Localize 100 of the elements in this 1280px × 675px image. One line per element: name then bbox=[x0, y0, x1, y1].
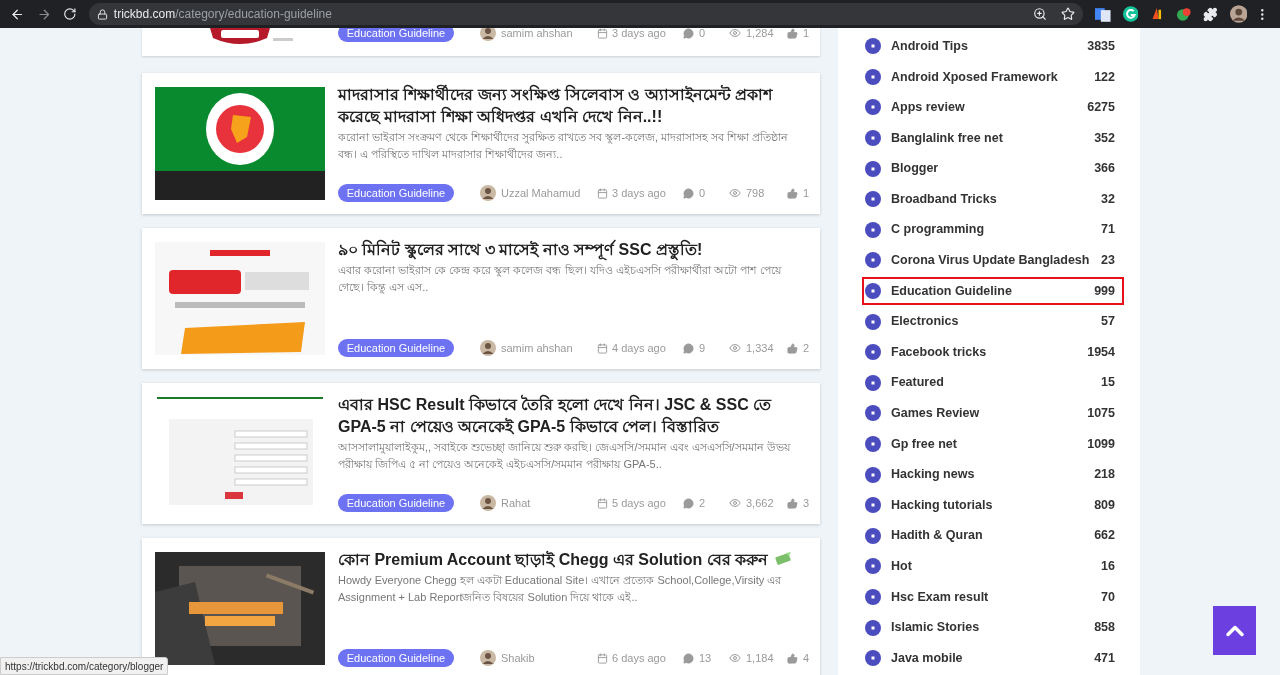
comment-icon bbox=[683, 652, 694, 664]
category-item[interactable]: Hsc Exam result 70 bbox=[862, 583, 1124, 611]
url-text: trickbd.com/category/education-guideline bbox=[113, 6, 332, 23]
bullet-icon bbox=[865, 99, 881, 116]
thumbs-up-icon bbox=[787, 652, 798, 664]
thumbs-up-icon bbox=[787, 28, 798, 39]
post-date: 4 days ago bbox=[612, 340, 666, 356]
calendar-icon bbox=[597, 28, 608, 39]
calendar-icon bbox=[597, 652, 608, 664]
avatar bbox=[480, 185, 496, 201]
bullet-icon bbox=[865, 436, 881, 452]
bullet-icon bbox=[865, 619, 881, 636]
post-title[interactable]: কোন Premium Account ছাড়াই Chegg এর Solution বের করুন bbox=[338, 549, 810, 571]
thumbs-up-icon bbox=[787, 187, 798, 199]
avatar bbox=[480, 650, 496, 666]
bullet-icon bbox=[865, 313, 881, 330]
bullet-icon bbox=[865, 405, 881, 422]
category-item[interactable]: Banglalink free net 352 bbox=[862, 124, 1124, 153]
category-item[interactable]: Hacking tutorials 809 bbox=[862, 491, 1124, 520]
view-count: 798 bbox=[746, 185, 765, 201]
category-item[interactable]: Islamic Stories 858 bbox=[862, 613, 1124, 642]
comment-count: 13 bbox=[699, 650, 712, 666]
category-item[interactable]: Gp free net 1099 bbox=[862, 430, 1124, 458]
view-count: 1,284 bbox=[746, 28, 774, 41]
eye-icon bbox=[729, 28, 741, 39]
calendar-icon bbox=[597, 497, 608, 509]
reload-icon[interactable] bbox=[63, 7, 77, 21]
post-title[interactable]: মাদরাসার শিক্ষার্থীদের জন্য সংক্ষিপ্ত সিলেবাস ও অ্যাসাইনমেন্ট প্রকাশ করেছে মাদরাসা শিক্ষা অধিদপ্তর এখনি দেখে নিন..!! bbox=[338, 84, 810, 128]
zoom-icon[interactable] bbox=[1033, 7, 1048, 21]
view-count: 1,184 bbox=[746, 650, 774, 666]
bookmark-star-icon[interactable] bbox=[1061, 7, 1076, 21]
bullet-icon bbox=[865, 650, 881, 667]
profile-avatar[interactable] bbox=[1229, 5, 1248, 23]
view-count: 3,662 bbox=[746, 495, 774, 511]
category-item[interactable]: Hot 16 bbox=[862, 552, 1124, 581]
like-count: 3 bbox=[803, 495, 810, 511]
extension-icon[interactable] bbox=[1175, 6, 1192, 22]
translate-icon[interactable] bbox=[1095, 6, 1111, 22]
category-item[interactable]: Hadith & Quran 662 bbox=[862, 521, 1124, 550]
category-item[interactable]: Java mobile 471 bbox=[862, 644, 1124, 673]
post-date: 6 days ago bbox=[612, 650, 666, 666]
bullet-icon bbox=[865, 221, 881, 238]
grammar-icon[interactable] bbox=[1122, 6, 1139, 22]
comment-icon bbox=[683, 497, 694, 509]
post-date: 3 days ago bbox=[612, 185, 666, 201]
comment-icon bbox=[683, 28, 694, 39]
category-item[interactable]: Android Tips 3835 bbox=[862, 32, 1124, 61]
avatar bbox=[480, 28, 496, 41]
comment-icon bbox=[683, 342, 694, 354]
post-excerpt: করোনা ভাইরাস সংক্রমণ থেকে শিক্ষার্থীদের সুরক্ষিত রাখতে সব স্কুল-কলেজ, মাদরাসাসহ সব শিক্ষা প্রতিষ্ঠান বন্ধ। এ পরিস্থিতে দাখিল মাদরাসার শিক্ষার্থীদের জন্য.. bbox=[338, 130, 790, 162]
like-count: 2 bbox=[803, 340, 810, 356]
category-item[interactable]: Android Xposed Framework 122 bbox=[862, 62, 1124, 91]
avatar bbox=[480, 495, 496, 511]
bullet-icon bbox=[865, 68, 881, 85]
category-tag[interactable]: Education Guideline bbox=[338, 649, 454, 667]
post-title[interactable]: ৯০ মিনিট স্কুলের সাথে ৩ মাসেই নাও সম্পূর্ণ SSC প্রস্তুতি! bbox=[338, 239, 810, 261]
like-count: 4 bbox=[803, 650, 810, 666]
extension-icon[interactable] bbox=[1150, 6, 1164, 22]
category-item[interactable]: Featured 15 bbox=[862, 368, 1124, 397]
bullet-icon bbox=[865, 589, 881, 605]
category-item[interactable]: Hacking news 218 bbox=[862, 460, 1124, 489]
post-date: 5 days ago bbox=[612, 495, 666, 511]
extensions-icon[interactable] bbox=[1203, 6, 1218, 22]
comment-count: 2 bbox=[699, 495, 706, 511]
category-tag[interactable]: Education Guideline bbox=[338, 339, 454, 357]
category-item[interactable]: Electronics 57 bbox=[862, 307, 1124, 336]
category-tag[interactable]: Education Guideline bbox=[338, 184, 454, 202]
eye-icon bbox=[729, 652, 741, 664]
bullet-icon bbox=[865, 497, 881, 514]
bullet-icon bbox=[865, 252, 881, 269]
category-item[interactable]: Games Review 1075 bbox=[862, 399, 1124, 428]
status-url: https://trickbd.com/category/blogger bbox=[0, 657, 169, 675]
comment-icon bbox=[683, 187, 694, 199]
view-count: 1,334 bbox=[746, 340, 774, 356]
like-count: 1 bbox=[803, 185, 810, 201]
address-bar[interactable]: trickbd.com/category/education-guideline bbox=[88, 3, 1084, 25]
category-item[interactable]: Corona Virus Update Bangladesh 23 bbox=[862, 246, 1124, 275]
bullet-icon bbox=[865, 527, 881, 544]
category-item[interactable]: Education Guideline 999 bbox=[862, 277, 1124, 306]
calendar-icon bbox=[597, 342, 608, 354]
category-item[interactable]: Broadband Tricks 32 bbox=[862, 185, 1124, 214]
post-excerpt: আসসালামুয়ালাইকুম,, সবাইকে শুভেচ্ছা জানিয়ে শুরু করছি। জেএসসি/সমমান এবং এসএসসি/সমমান উভয় পরীক্ষায় জিপিএ ৫ না পেয়েও অনেকেই এইচএসসি/সমমান পরীক্ষায় GPA-5.. bbox=[338, 440, 792, 472]
like-count: 1 bbox=[803, 28, 810, 41]
category-tag[interactable]: Education Guideline bbox=[338, 28, 454, 42]
category-item[interactable]: Apps review 6275 bbox=[862, 93, 1124, 122]
category-item[interactable]: C programming 71 bbox=[862, 215, 1124, 244]
comment-count: 0 bbox=[699, 185, 706, 201]
bullet-icon bbox=[865, 558, 881, 575]
category-item[interactable]: Facebook tricks 1954 bbox=[862, 338, 1124, 367]
category-tag[interactable]: Education Guideline bbox=[338, 494, 454, 512]
post-title[interactable]: এবার HSC Result কিভাবে তৈরি হলো দেখে নিন। JSC & SSC তে GPA-5 না পেয়েও অনেকেই GPA-5 কিভাবে পেল। বিস্তারিত bbox=[338, 394, 810, 438]
bullet-icon bbox=[865, 191, 881, 208]
thumbs-up-icon bbox=[787, 497, 798, 509]
comment-count: 9 bbox=[699, 340, 706, 356]
post-excerpt: Howdy Everyone Chegg হল একটা Educational Site। এখানে প্রত্যেক School,College,Virsity এর Assignment + Lab Reportজনিত বিষয়ের Solution দিয়ে থাকে এই.. bbox=[338, 573, 783, 605]
lock-icon bbox=[96, 8, 108, 20]
calendar-icon bbox=[597, 187, 608, 199]
scroll-to-top-button[interactable] bbox=[1213, 606, 1256, 655]
bullet-icon bbox=[865, 130, 881, 147]
category-item[interactable]: Blogger 366 bbox=[862, 154, 1124, 183]
